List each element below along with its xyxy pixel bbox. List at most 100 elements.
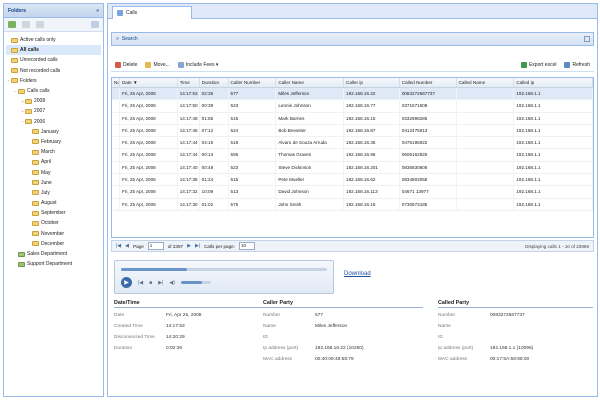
page-input[interactable]: 1 xyxy=(147,242,164,250)
table-cell: John Smith xyxy=(276,198,345,210)
folder-item[interactable]: December xyxy=(6,239,101,249)
column-header[interactable]: Called Number xyxy=(400,78,457,87)
folder-item[interactable]: All calls xyxy=(6,45,101,56)
column-header[interactable]: Date ▼ xyxy=(120,78,178,87)
folder-item[interactable]: Not recorded calls xyxy=(6,66,101,76)
search-toggle-icon[interactable] xyxy=(584,36,590,42)
table-row[interactable]: Fri, 25 Apr, 2008 14:17:30 01:02 575 John Sm… xyxy=(112,198,593,211)
folders-toolbar xyxy=(4,18,103,32)
column-header[interactable]: Caller Number xyxy=(229,78,277,87)
table-row[interactable]: Fri, 25 Apr, 2008 14:17:38 01:24 515 Pete Mu… xyxy=(112,174,593,187)
table-cell xyxy=(457,124,515,137)
per-page-select[interactable]: 10 xyxy=(239,242,255,250)
table-row[interactable]: Fri, 25 Apr, 2008 14:17:32 10:09 513 David J… xyxy=(112,186,593,199)
refresh-button[interactable]: Refresh xyxy=(564,62,590,68)
folder-item[interactable]: January xyxy=(6,127,101,137)
folder-item[interactable]: − Folders xyxy=(6,76,101,86)
column-header[interactable]: Caller ip xyxy=(344,78,400,87)
column-header[interactable]: Called ip xyxy=(514,78,593,87)
table-cell: 14:17:46 xyxy=(178,124,200,137)
add-folder-icon[interactable] xyxy=(8,21,16,28)
next-button[interactable]: ▶| xyxy=(158,280,163,286)
detail-key: Ip address (port) xyxy=(263,346,299,351)
table-cell: 0083272667737 xyxy=(400,88,457,100)
column-header[interactable]: Time xyxy=(178,78,200,87)
delete-folder-icon[interactable] xyxy=(36,21,44,28)
rename-folder-icon[interactable] xyxy=(22,21,30,28)
detail-value: 192.168.16.22 (10260) xyxy=(315,346,364,351)
folder-item[interactable]: Sales Department xyxy=(6,249,101,259)
folder-item[interactable]: September xyxy=(6,208,101,218)
folder-item[interactable]: +2007 xyxy=(6,106,101,116)
last-page-button[interactable]: ▶| xyxy=(195,243,200,249)
playback-progress[interactable] xyxy=(121,268,327,271)
detail-key: Number xyxy=(438,313,456,318)
folder-item[interactable]: June xyxy=(6,178,101,188)
column-header[interactable]: Called Name xyxy=(457,78,515,87)
table-cell: 192.168.1.1 xyxy=(514,186,593,198)
download-link[interactable]: Download xyxy=(344,271,371,277)
folder-item[interactable]: −2006 xyxy=(6,117,101,127)
folder-item[interactable]: March xyxy=(6,147,101,157)
prev-page-button[interactable]: ◀ xyxy=(125,243,129,249)
export-excel-button[interactable]: Export excel xyxy=(520,62,557,68)
column-header[interactable]: Duration xyxy=(200,78,229,87)
folder-label: April xyxy=(41,159,52,166)
caller-party-section: Caller Party Number 577 Name Miles Jefferso… xyxy=(263,300,423,365)
detail-row: MAC address 00:40:09:48:58:79 xyxy=(263,354,423,365)
folder-item[interactable]: Support Department xyxy=(6,259,101,269)
table-row[interactable]: Fri, 25 Apr, 2008 14:17:46 07:12 524 Bob Bre… xyxy=(112,124,593,138)
volume-slider[interactable] xyxy=(180,281,211,284)
folder-item[interactable]: April xyxy=(6,157,101,167)
move-button[interactable]: Move... xyxy=(145,62,170,68)
folder-item[interactable]: July xyxy=(6,188,101,198)
folder-item[interactable]: Active calls only xyxy=(6,35,101,45)
grid-header: No.Date ▼TimeDurationCaller NumberCaller… xyxy=(112,78,593,88)
column-header[interactable]: Caller Name xyxy=(276,78,345,87)
folder-label: 2007 xyxy=(34,108,46,115)
play-button[interactable]: ▶ xyxy=(121,277,132,288)
search-panel-header[interactable]: » Search xyxy=(111,32,594,46)
table-cell: 14:17:40 xyxy=(178,161,200,174)
tab-calls[interactable]: Calls xyxy=(112,6,192,19)
folder-item[interactable]: November xyxy=(6,229,101,239)
folder-item[interactable]: May xyxy=(6,167,101,177)
table-cell: 0371571508 xyxy=(400,100,457,112)
table-row[interactable]: Fri, 25 Apr, 2008 14:17:53 02:36 577 Miles J… xyxy=(112,88,593,101)
table-cell: 192.168.1.1 xyxy=(514,174,593,186)
expand-icon: » xyxy=(116,36,119,42)
folder-item[interactable]: Unrecorded calls xyxy=(6,55,101,65)
table-cell: Mark Barnes xyxy=(276,112,345,124)
table-row[interactable]: Fri, 25 Apr, 2008 14:17:50 00:39 523 Lennie … xyxy=(112,100,593,113)
first-page-button[interactable]: |◀ xyxy=(116,243,121,249)
table-row[interactable]: Fri, 25 Apr, 2008 14:17:40 00:48 523 Steve D… xyxy=(112,161,593,175)
stop-button[interactable]: ■ xyxy=(149,280,152,286)
table-row[interactable]: Fri, 25 Apr, 2008 14:17:48 01:55 515 Mark Ba… xyxy=(112,112,593,125)
datetime-title: Date/Time xyxy=(114,300,264,308)
volume-fill xyxy=(180,281,202,284)
folder-item[interactable]: +2008 xyxy=(6,96,101,106)
export-label: Export excel xyxy=(528,62,557,68)
column-header[interactable]: No. xyxy=(112,78,120,87)
next-page-button[interactable]: ▶ xyxy=(187,243,191,249)
volume-icon[interactable]: ◀) xyxy=(169,280,175,286)
table-cell: 01:55 xyxy=(200,112,229,124)
previous-button[interactable]: |◀ xyxy=(138,280,143,286)
folder-item[interactable]: − Calls calls xyxy=(6,86,101,96)
folder-label: September xyxy=(41,210,66,217)
table-cell: 192.168.16.201 xyxy=(344,161,400,174)
table-cell: 192.168.16.113 xyxy=(344,186,400,198)
table-row[interactable]: Fri, 25 Apr, 2008 14:17:44 00:13 595 Thomas … xyxy=(112,149,593,162)
folder-item[interactable]: October xyxy=(6,218,101,228)
folder-item[interactable]: February xyxy=(6,137,101,147)
collapse-icon[interactable]: « xyxy=(96,8,99,14)
search-label: Search xyxy=(121,36,138,42)
refresh-folders-icon[interactable] xyxy=(91,21,99,28)
include-fees-button[interactable]: Include Fees ▾ xyxy=(177,62,218,68)
detail-key: Name xyxy=(263,324,276,329)
table-row[interactable]: Fri, 25 Apr, 2008 14:17:44 04:16 518 Alvaro … xyxy=(112,137,593,150)
detail-value: 00:40:09:48:58:79 xyxy=(315,357,354,362)
delete-button[interactable]: Delete xyxy=(115,62,137,68)
folder-item[interactable]: August xyxy=(6,198,101,208)
table-cell: Pete Mueller xyxy=(276,174,345,186)
